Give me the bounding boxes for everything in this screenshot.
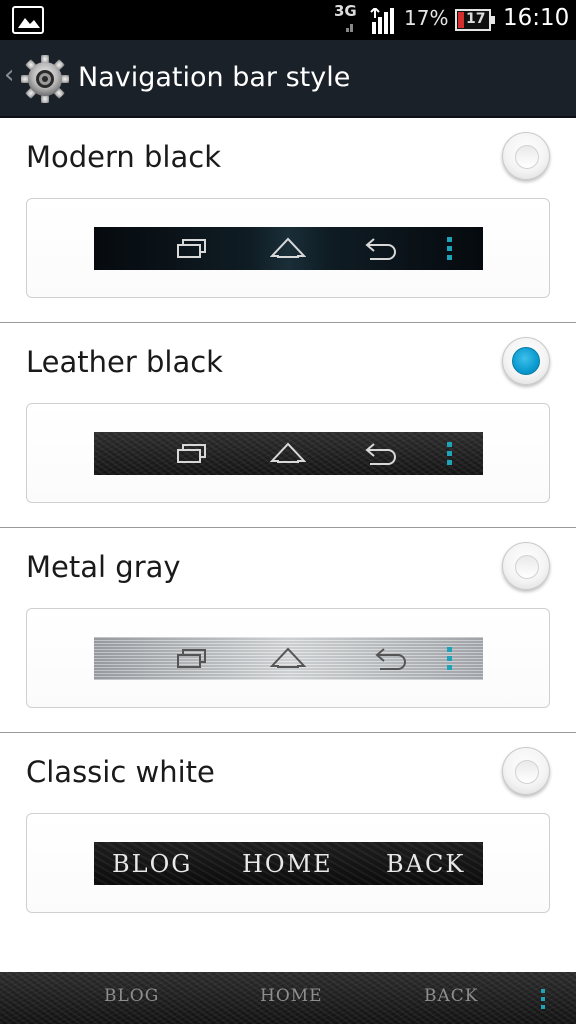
preview-card [26,198,550,298]
option-classic-white[interactable]: Classic white BLOG HOME BACK [0,733,576,938]
preview-card: BLOG HOME BACK [26,813,550,913]
option-leather-black[interactable]: Leather black [0,323,576,528]
nav-bar-preview-modern [94,227,483,270]
battery-percent: 17% [404,6,449,30]
recent-apps-icon [177,649,206,668]
nav-bar-preview-classic: BLOG HOME BACK [94,842,483,885]
battery-level: 17 [466,11,486,27]
back-chevron-icon[interactable]: ‹ [4,60,14,90]
battery-icon: 17 [455,9,495,31]
back-icon [365,238,396,260]
menu-dots-icon [447,442,452,465]
option-metal-gray[interactable]: Metal gray [0,528,576,733]
back-button[interactable]: BACK [424,986,478,1006]
preview-card [26,403,550,503]
home-button[interactable]: HOME [260,986,323,1006]
menu-dots-icon[interactable] [540,988,548,1012]
recent-apps-icon [177,444,206,463]
option-modern-black[interactable]: Modern black [0,118,576,323]
back-icon [375,648,406,670]
status-bar: 3G 17% 17 16:10 [0,0,576,40]
clock: 16:10 [503,5,570,31]
menu-dots-icon [447,647,452,670]
option-title: Leather black [26,345,223,379]
menu-dots-icon [447,237,452,260]
home-icon [270,237,306,258]
nav-bar-preview-metal [94,637,483,680]
nav-bar-preview-leather [94,432,483,475]
option-title: Metal gray [26,550,181,584]
signal-icon [346,8,394,34]
page-title: Navigation bar style [78,62,351,93]
radio-button-selected[interactable] [502,337,550,385]
blog-button[interactable]: BLOG [104,986,159,1006]
radio-button[interactable] [502,542,550,590]
back-label: BACK [386,850,466,878]
action-bar: ‹ Navigation bar style [0,40,576,118]
blog-label: BLOG [112,850,193,878]
home-icon [270,647,306,668]
preview-card [26,608,550,708]
gallery-icon [12,6,44,34]
recent-apps-icon [177,239,206,258]
home-label: HOME [242,850,333,878]
option-title: Classic white [26,755,215,789]
back-icon [365,443,396,465]
radio-button[interactable] [502,132,550,180]
radio-button[interactable] [502,747,550,795]
home-icon [270,442,306,463]
settings-gear-icon[interactable] [20,54,70,104]
option-title: Modern black [26,140,221,174]
system-navigation-bar: BLOG HOME BACK [0,972,576,1024]
